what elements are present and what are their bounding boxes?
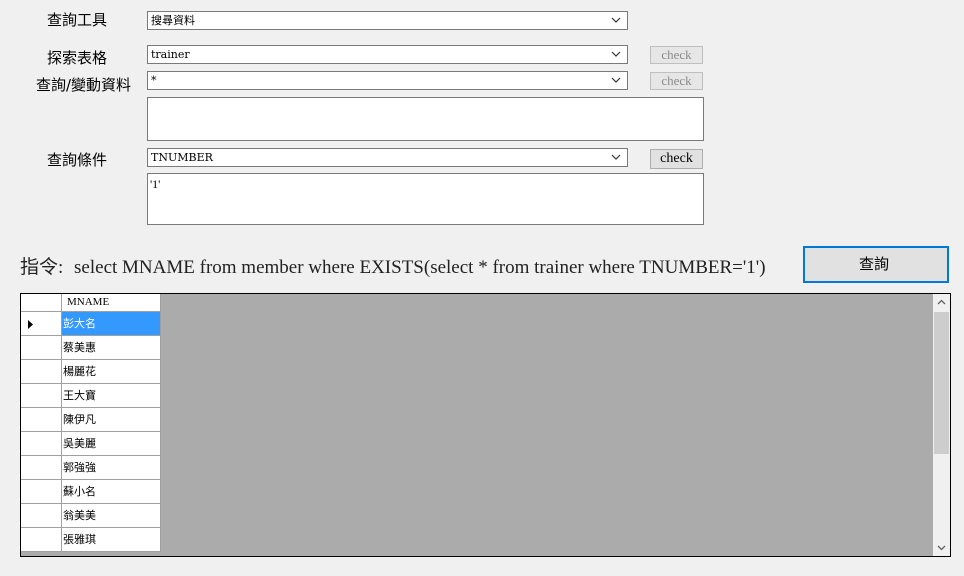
row-header[interactable] [21,504,62,528]
grid-cell-mname[interactable]: 張雅琪 [62,528,161,552]
chevron-down-icon [611,149,623,166]
grid-cell-mname[interactable]: 吳美麗 [62,432,161,456]
grid-cell-mname[interactable]: 彭大名 [62,312,161,336]
row-header[interactable] [21,456,62,480]
row-header[interactable] [21,384,62,408]
table-row[interactable]: 張雅琪 [21,528,161,552]
grid-cell-mname[interactable]: 郭強強 [62,456,161,480]
command-label: 指令: [20,257,64,278]
table-row[interactable]: 翁美美 [21,504,161,528]
query-button[interactable]: 查詢 [803,246,949,283]
table-row[interactable]: 陳伊凡 [21,408,161,432]
table-row[interactable]: 吳美麗 [21,432,161,456]
grid-cell-mname[interactable]: 蘇小名 [62,480,161,504]
row-header[interactable] [21,432,62,456]
row-header[interactable] [21,480,62,504]
row-header[interactable] [21,528,62,552]
scrollbar-thumb[interactable] [934,312,949,454]
current-row-arrow-icon [28,320,33,329]
row-header[interactable] [21,312,62,336]
table-check-button[interactable]: check [650,46,703,64]
tool-select-value: 搜尋資料 [151,14,195,27]
condition-check-button[interactable]: check [650,149,703,169]
query-button-label: 查詢 [859,255,890,273]
columns-textarea[interactable] [147,97,704,141]
grid-cell-mname[interactable]: 蔡美惠 [62,336,161,360]
condition-select[interactable]: TNUMBER [147,148,628,167]
table-row[interactable]: 楊麗花 [21,360,161,384]
chevron-down-icon [611,72,623,89]
grid-cell-mname[interactable]: 翁美美 [62,504,161,528]
table-row[interactable]: 蔡美惠 [21,336,161,360]
condition-label: 查詢條件 [47,151,108,169]
table-select-value: trainer [151,48,190,61]
chevron-down-icon [611,12,623,29]
columns-label: 查詢/變動資料 [36,76,132,94]
table-select[interactable]: trainer [147,45,628,64]
condition-select-value: TNUMBER [151,151,213,164]
grid-corner [21,294,62,312]
results-grid[interactable]: MNAME 彭大名 蔡美惠 楊麗花 王大寶 陳伊凡 吳美麗 郭強強 蘇小名 翁美美 張雅琪 [20,293,951,557]
row-header[interactable] [21,408,62,432]
columns-select[interactable]: * [147,71,628,90]
grid-cell-mname[interactable]: 楊麗花 [62,360,161,384]
columns-check-button[interactable]: check [650,72,703,90]
command-line: 指令: select MNAME from member where EXIST… [20,252,766,279]
vertical-scrollbar[interactable] [933,294,950,556]
table-row[interactable]: 蘇小名 [21,480,161,504]
chevron-down-icon [611,46,623,63]
tool-select[interactable]: 搜尋資料 [147,11,628,30]
command-sql: select MNAME from member where EXISTS(se… [74,257,766,278]
columns-select-value: * [151,74,157,87]
scroll-up-icon[interactable] [933,294,950,311]
tool-label: 查詢工具 [47,11,108,29]
table-row[interactable]: 彭大名 [21,312,161,336]
table-row[interactable]: 郭強強 [21,456,161,480]
column-header-mname[interactable]: MNAME [62,294,161,312]
row-header[interactable] [21,360,62,384]
condition-textarea[interactable]: '1' [147,173,704,225]
table-row[interactable]: 王大寶 [21,384,161,408]
grid-cell-mname[interactable]: 陳伊凡 [62,408,161,432]
scroll-down-icon[interactable] [933,539,950,556]
table-label: 探索表格 [47,49,108,67]
grid-cell-mname[interactable]: 王大寶 [62,384,161,408]
row-header[interactable] [21,336,62,360]
